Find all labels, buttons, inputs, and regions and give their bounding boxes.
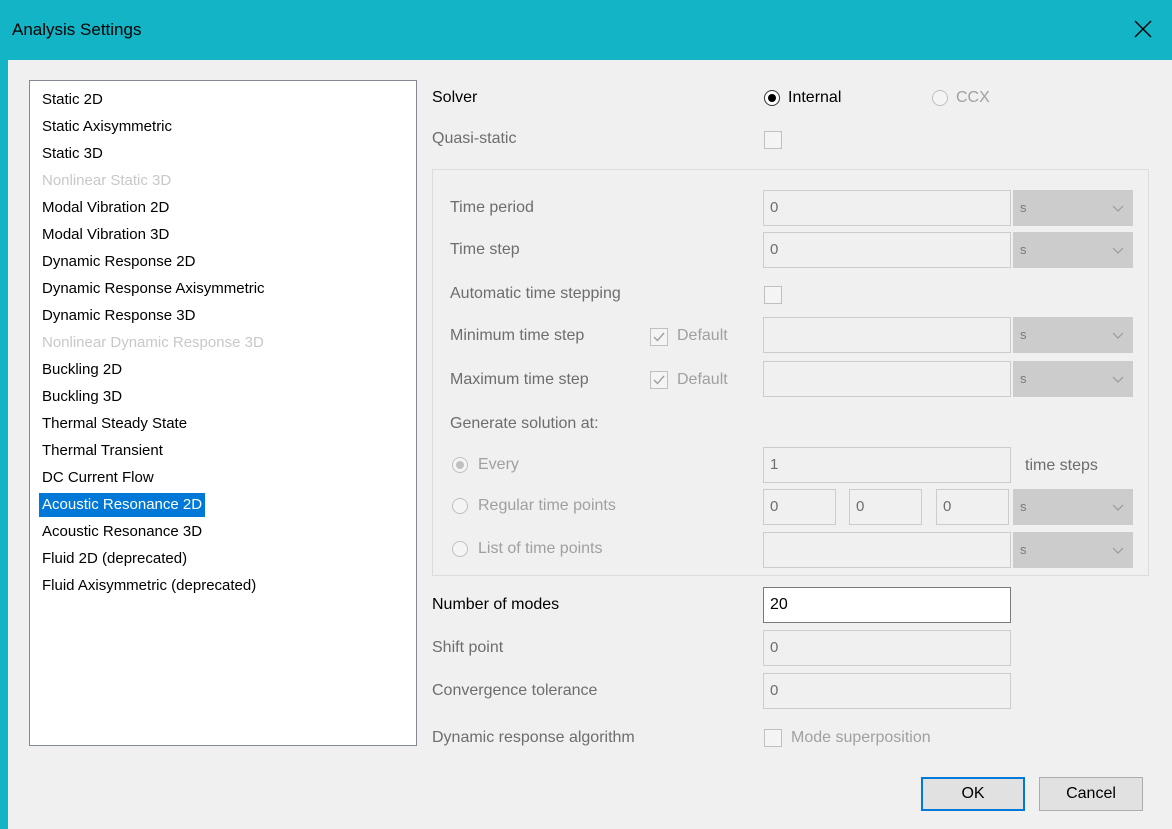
min-step-default-checkbox [650, 328, 668, 346]
ok-button[interactable]: OK [921, 777, 1025, 811]
list-item: Nonlinear Static 3D [42, 172, 172, 189]
list-item[interactable]: Static Axisymmetric [39, 115, 175, 139]
unit-value: s [1020, 242, 1027, 257]
unit-value: s [1020, 542, 1027, 557]
mode-superposition-checkbox [764, 729, 782, 747]
number-of-modes-input[interactable]: 20 [763, 587, 1011, 623]
chevron-down-icon [1112, 504, 1124, 511]
solver-label: Solver [432, 89, 478, 106]
max-step-default-label: Default [677, 371, 728, 388]
time-steps-suffix: time steps [1025, 457, 1098, 474]
min-step-default-label: Default [677, 327, 728, 344]
list-item[interactable]: Dynamic Response Axisymmetric [39, 277, 268, 301]
solver-ccx-radio [932, 90, 948, 106]
unit-value: s [1020, 200, 1027, 215]
dynamic-response-algorithm-label: Dynamic response algorithm [432, 729, 635, 746]
list-item[interactable]: Static 3D [39, 142, 106, 166]
regular-count-input: 0 [936, 489, 1009, 525]
regular-time-points-radio [452, 498, 468, 514]
time-step-unit-select: s [1013, 232, 1133, 268]
list-item[interactable]: Fluid Axisymmetric (deprecated) [39, 574, 259, 598]
number-of-modes-label: Number of modes [432, 596, 560, 613]
list-item[interactable]: Thermal Transient [39, 439, 166, 463]
chevron-down-icon [1112, 547, 1124, 554]
unit-value: s [1020, 327, 1027, 342]
minimum-time-step-input [763, 317, 1011, 353]
window-border [0, 60, 8, 829]
time-step-input: 0 [763, 232, 1011, 268]
list-item[interactable]: Fluid 2D (deprecated) [39, 547, 190, 571]
time-period-label: Time period [450, 199, 534, 216]
analysis-type-list[interactable]: Static 2D Static Axisymmetric Static 3D … [29, 80, 417, 746]
chevron-down-icon [1112, 205, 1124, 212]
list-item[interactable]: Thermal Steady State [39, 412, 190, 436]
time-period-unit-select: s [1013, 190, 1133, 226]
quasi-static-checkbox [764, 131, 782, 149]
list-of-time-points-radio [452, 541, 468, 557]
list-item[interactable]: Acoustic Resonance 3D [39, 520, 205, 544]
maximum-time-step-input [763, 361, 1011, 397]
time-step-label: Time step [450, 241, 520, 258]
every-radio [452, 457, 468, 473]
list-unit-select: s [1013, 532, 1133, 568]
unit-value: s [1020, 499, 1027, 514]
list-item[interactable]: Modal Vibration 3D [39, 223, 172, 247]
list-item[interactable]: Dynamic Response 3D [39, 304, 198, 328]
regular-time-points-label: Regular time points [478, 497, 616, 514]
regular-unit-select: s [1013, 489, 1133, 525]
checkmark-icon [653, 332, 665, 342]
convergence-tolerance-label: Convergence tolerance [432, 682, 598, 699]
regular-start-input: 0 [763, 489, 836, 525]
list-of-time-points-label: List of time points [478, 540, 603, 557]
close-icon[interactable] [1128, 14, 1158, 44]
chevron-down-icon [1112, 376, 1124, 383]
automatic-time-stepping-label: Automatic time stepping [450, 285, 621, 302]
chevron-down-icon [1112, 332, 1124, 339]
mode-superposition-label: Mode superposition [791, 729, 931, 746]
list-item[interactable]: Buckling 2D [39, 358, 125, 382]
list-item[interactable]: Modal Vibration 2D [39, 196, 172, 220]
list-item[interactable]: DC Current Flow [39, 466, 157, 490]
maximum-time-step-label: Maximum time step [450, 371, 589, 388]
automatic-time-stepping-checkbox [764, 286, 782, 304]
checkmark-icon [653, 375, 665, 385]
solver-internal-radio[interactable] [764, 90, 780, 106]
unit-value: s [1020, 371, 1027, 386]
list-item[interactable]: Dynamic Response 2D [39, 250, 198, 274]
convergence-tolerance-input: 0 [763, 673, 1011, 709]
max-step-default-checkbox [650, 371, 668, 389]
list-item[interactable]: Buckling 3D [39, 385, 125, 409]
min-step-unit-select: s [1013, 317, 1133, 353]
time-period-input: 0 [763, 190, 1011, 226]
list-item[interactable]: Static 2D [39, 88, 106, 112]
list-item-selected[interactable]: Acoustic Resonance 2D [39, 493, 206, 517]
generate-solution-label: Generate solution at: [450, 415, 599, 432]
window-title: Analysis Settings [12, 20, 142, 39]
quasi-static-label: Quasi-static [432, 130, 517, 147]
shift-point-input: 0 [763, 630, 1011, 666]
list-item: Nonlinear Dynamic Response 3D [42, 334, 264, 351]
title-bar: Analysis Settings [0, 0, 1172, 60]
list-of-time-points-input [763, 532, 1011, 568]
solver-internal-label[interactable]: Internal [788, 89, 841, 107]
minimum-time-step-label: Minimum time step [450, 327, 585, 344]
max-step-unit-select: s [1013, 361, 1133, 397]
chevron-down-icon [1112, 247, 1124, 254]
regular-end-input: 0 [849, 489, 922, 525]
cancel-button[interactable]: Cancel [1039, 777, 1143, 811]
shift-point-label: Shift point [432, 639, 504, 656]
every-label: Every [478, 456, 519, 473]
solver-ccx-label: CCX [956, 89, 990, 106]
every-input: 1 [763, 447, 1011, 483]
